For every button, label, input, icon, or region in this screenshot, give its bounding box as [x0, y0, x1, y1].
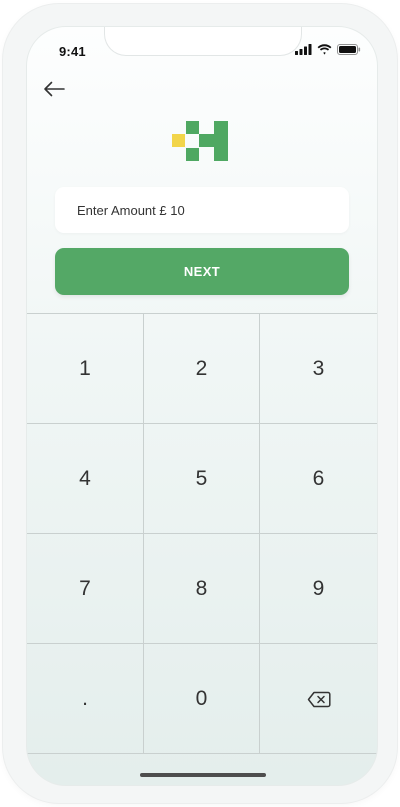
- key-4[interactable]: 4: [27, 424, 144, 534]
- battery-icon: [337, 44, 361, 55]
- key-5[interactable]: 5: [144, 424, 260, 534]
- back-button[interactable]: [41, 77, 67, 101]
- phone-frame: 9:41 Enter Amount £ 10 NEXT 1 2 3 4 5 6 …: [3, 4, 397, 803]
- arrow-left-icon: [44, 81, 65, 97]
- key-8[interactable]: 8: [144, 534, 260, 644]
- backspace-icon: [307, 691, 331, 707]
- key-3[interactable]: 3: [260, 314, 377, 424]
- key-0[interactable]: 0: [144, 644, 260, 754]
- signal-icon: [295, 44, 312, 55]
- pixel-logo-icon: [172, 121, 228, 161]
- key-9[interactable]: 9: [260, 534, 377, 644]
- wifi-icon: [317, 44, 332, 55]
- key-decimal[interactable]: .: [27, 644, 144, 754]
- key-6[interactable]: 6: [260, 424, 377, 534]
- amount-input[interactable]: Enter Amount £ 10: [55, 187, 349, 233]
- key-1[interactable]: 1: [27, 314, 144, 424]
- status-time: 9:41: [59, 44, 86, 59]
- amount-label: Enter Amount £ 10: [77, 202, 185, 218]
- key-backspace[interactable]: [260, 644, 377, 754]
- next-button[interactable]: NEXT: [55, 248, 349, 295]
- numeric-keypad: 1 2 3 4 5 6 7 8 9 . 0: [27, 313, 377, 754]
- key-7[interactable]: 7: [27, 534, 144, 644]
- home-indicator[interactable]: [140, 773, 266, 777]
- app-screen: 9:41 Enter Amount £ 10 NEXT 1 2 3 4 5 6 …: [26, 26, 378, 786]
- status-icons: [295, 44, 361, 55]
- device-notch: [104, 27, 302, 56]
- key-2[interactable]: 2: [144, 314, 260, 424]
